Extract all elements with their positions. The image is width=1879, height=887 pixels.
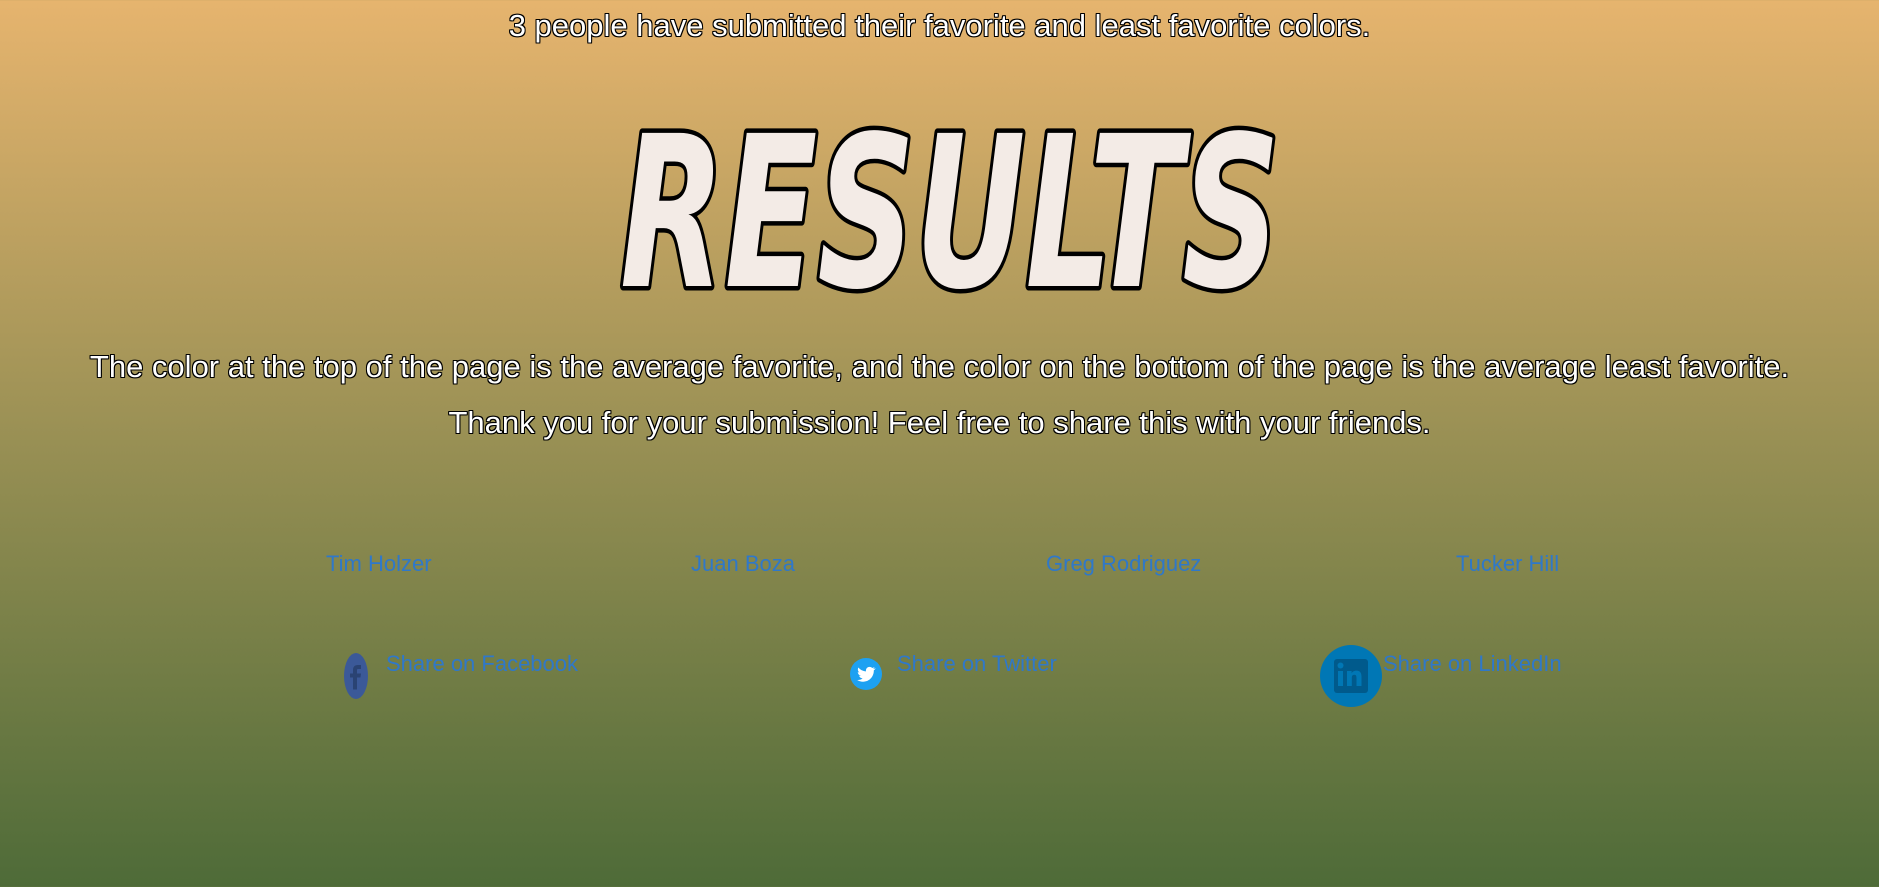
share-facebook-link[interactable]: Share on Facebook (386, 650, 578, 678)
description-line-1: The color at the top of the page is the … (89, 349, 1790, 384)
credit-link-juan-boza[interactable]: Juan Boza (691, 550, 795, 578)
credit-link-tucker-hill[interactable]: Tucker Hill (1456, 550, 1559, 578)
credit-link-greg-rodriguez[interactable]: Greg Rodriguez (1046, 550, 1201, 578)
results-title: RESULTS (600, 96, 1300, 306)
share-linkedin-link[interactable]: Share on LinkedIn (1383, 650, 1562, 678)
share-twitter-link[interactable]: Share on Twitter (897, 650, 1057, 678)
twitter-icon[interactable] (849, 657, 883, 691)
linkedin-icon[interactable] (1320, 645, 1382, 707)
results-title-text: RESULTS (620, 96, 1280, 306)
description-line-2: Thank you for your submission! Feel free… (448, 405, 1431, 440)
submission-count-text: 3 people have submitted their favorite a… (508, 8, 1371, 43)
credit-link-tim-holzer[interactable]: Tim Holzer (326, 550, 432, 578)
facebook-icon[interactable] (343, 652, 369, 700)
